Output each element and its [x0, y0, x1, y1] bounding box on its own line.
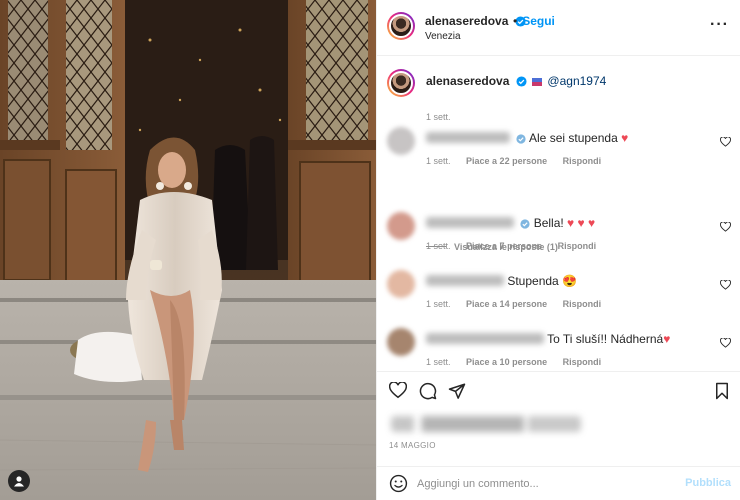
- author-username[interactable]: alenaseredova: [425, 14, 508, 28]
- reply-button[interactable]: Rispondi: [558, 241, 597, 251]
- comments-list[interactable]: alenaseredova @agn1974 1 sett. Ale sei s…: [377, 57, 740, 371]
- likes-summary[interactable]: [391, 416, 581, 432]
- caption-avatar[interactable]: [387, 69, 415, 97]
- comment-time[interactable]: 1 sett.: [426, 241, 451, 251]
- verified-badge-icon: [516, 134, 526, 144]
- more-options-icon[interactable]: ···: [710, 16, 729, 34]
- comment-meta: 1 sett. Piace a 7 persone Rispondi: [426, 241, 609, 251]
- post-actions: 14 MAGGIO: [377, 371, 740, 466]
- author-name-row: alenaseredova: [425, 14, 526, 28]
- comment-item: To Ti sluší!! Nádherná♥ 1 sett. Piace a …: [387, 328, 731, 371]
- comment-likes[interactable]: Piace a 14 persone: [466, 299, 547, 309]
- caption-time[interactable]: 1 sett.: [426, 112, 451, 122]
- heart-icon[interactable]: [389, 382, 407, 399]
- comment-text: To Ti sluší!! Nádherná: [547, 332, 664, 346]
- comment-likes[interactable]: Piace a 10 persone: [466, 357, 547, 367]
- share-icon[interactable]: [448, 382, 466, 400]
- verified-badge-icon: [516, 76, 527, 87]
- post-location[interactable]: Venezia: [425, 31, 461, 42]
- heart-icon[interactable]: [720, 338, 731, 348]
- comment-item: Ale sei stupenda ♥ 1 sett. Piace a 22 pe…: [387, 127, 731, 177]
- commenter-username[interactable]: [426, 217, 514, 228]
- flag-emoji: [532, 78, 543, 86]
- comment-text: Bella!: [533, 216, 568, 230]
- follow-button[interactable]: • Segui: [513, 14, 555, 28]
- emoji-icon[interactable]: [389, 474, 408, 493]
- publish-button[interactable]: Pubblica: [685, 477, 731, 489]
- tagged-users-button[interactable]: [8, 470, 30, 492]
- commenter-avatar[interactable]: [387, 328, 415, 356]
- comment-likes[interactable]: Piace a 7 persone: [466, 241, 542, 251]
- comment-time[interactable]: 1 sett.: [426, 156, 451, 166]
- commenter-avatar[interactable]: [387, 212, 415, 240]
- heart-icon[interactable]: [720, 280, 731, 290]
- comment-item: Stupenda 😍 1 sett. Piace a 14 persone Ri…: [387, 270, 731, 320]
- commenter-username[interactable]: [426, 275, 504, 286]
- comment-likes[interactable]: Piace a 22 persone: [466, 156, 547, 166]
- comment-meta: 1 sett. Piace a 22 persone Rispondi: [426, 156, 614, 166]
- comment-text: Ale sei stupenda: [529, 131, 622, 145]
- add-comment-bar: Pubblica: [377, 466, 740, 500]
- verified-badge-icon: [520, 219, 530, 229]
- author-avatar[interactable]: [387, 12, 415, 40]
- comment-time[interactable]: 1 sett.: [426, 357, 451, 367]
- heart-icon[interactable]: [720, 137, 731, 147]
- comment-emoji: ♥ ♥ ♥: [567, 216, 596, 230]
- separator-dot: •: [513, 14, 518, 28]
- comment-emoji: ♥: [663, 332, 671, 346]
- reply-button[interactable]: Rispondi: [563, 156, 602, 166]
- comment-meta: 1 sett. Piace a 10 persone Rispondi: [426, 357, 614, 367]
- comment-input[interactable]: [417, 473, 687, 495]
- commenter-username[interactable]: [426, 333, 544, 344]
- post-photo[interactable]: [0, 0, 376, 500]
- comment-emoji: ♥: [621, 131, 629, 145]
- post-date[interactable]: 14 MAGGIO: [389, 441, 436, 450]
- caption-username[interactable]: alenaseredova: [426, 74, 509, 88]
- comment-emoji: 😍: [562, 274, 578, 288]
- heart-icon[interactable]: [720, 222, 731, 232]
- comment-item: Bella! ♥ ♥ ♥ 1 sett. Piace a 7 persone R…: [387, 212, 731, 262]
- user-tag-icon: [14, 476, 24, 487]
- comment-meta: 1 sett. Piace a 14 persone Rispondi: [426, 299, 614, 309]
- commenter-avatar[interactable]: [387, 270, 415, 298]
- post-header: alenaseredova • Segui Venezia ···: [377, 0, 740, 56]
- reply-button[interactable]: Rispondi: [563, 299, 602, 309]
- commenter-avatar[interactable]: [387, 127, 415, 155]
- comment-text: Stupenda: [507, 274, 563, 288]
- bookmark-icon[interactable]: [715, 382, 729, 400]
- post-image: [0, 0, 376, 500]
- follow-label: Segui: [522, 14, 555, 28]
- reply-button[interactable]: Rispondi: [563, 357, 602, 367]
- comment-icon[interactable]: [419, 382, 437, 400]
- caption-mention[interactable]: @agn1974: [547, 74, 606, 88]
- commenter-username[interactable]: [426, 132, 510, 143]
- post-detail-panel: alenaseredova • Segui Venezia ··· alenase…: [376, 0, 740, 500]
- comment-time[interactable]: 1 sett.: [426, 299, 451, 309]
